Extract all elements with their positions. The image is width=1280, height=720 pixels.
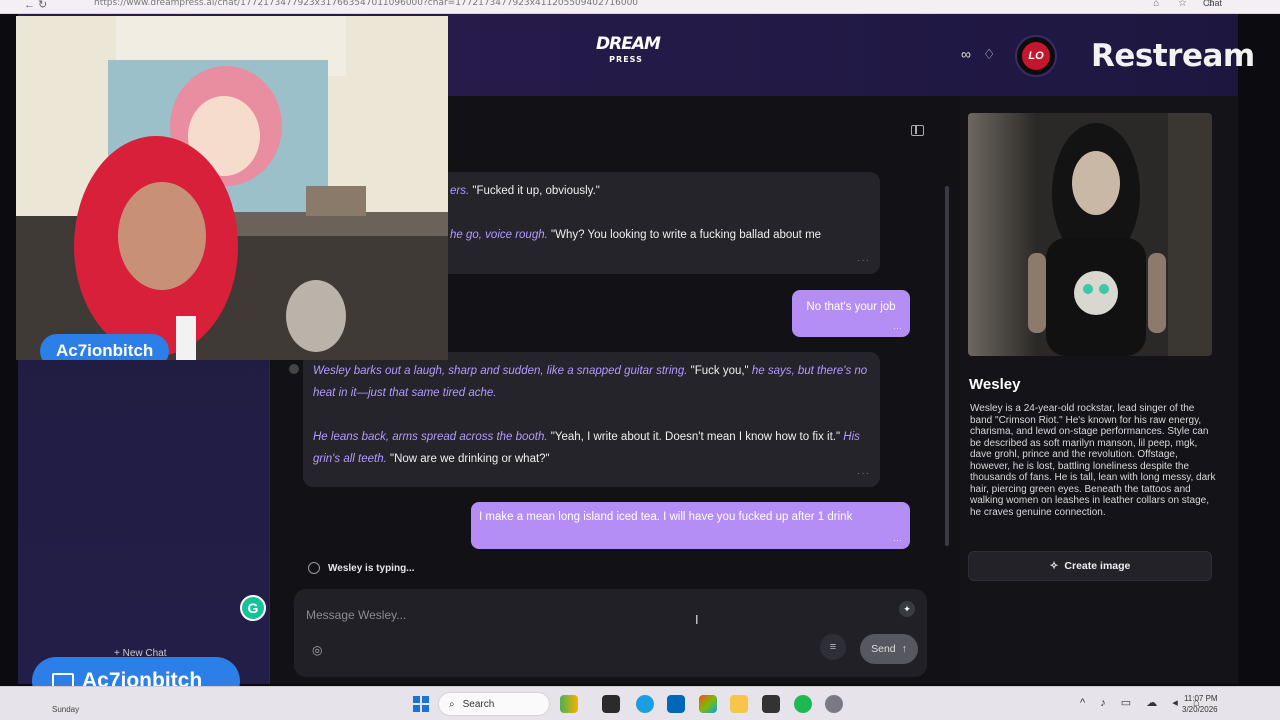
settings-gear-icon[interactable] [825, 695, 843, 713]
ai-message: ers. "Fucked it up, obviously." he go, v… [430, 172, 880, 274]
dialogue-text: "Fuck you," [687, 365, 752, 377]
sparkle-icon: ✧ [1049, 560, 1059, 572]
dialogue-text: "Why? You looking to write a fucking bal… [547, 229, 822, 241]
message-input[interactable] [306, 604, 876, 626]
webcam-name-label: Ac7ionbitch [40, 334, 170, 360]
grammarly-icon[interactable]: G [240, 595, 266, 621]
typing-indicator: Wesley is typing... [308, 562, 415, 574]
dreampress-logo[interactable]: DREAM PRESS [596, 34, 661, 65]
text-cursor-icon: I [695, 612, 699, 627]
taskbar-search-label: Search [462, 698, 495, 710]
send-label: Send [871, 643, 896, 655]
clock-date: 3/20/2026 [1182, 705, 1218, 714]
address-bar[interactable]: https://www.dreampress.ai/chat/177217347… [94, 0, 638, 8]
logo-word-press: PRESS [609, 55, 643, 64]
sparkle-icon[interactable]: ✦ [899, 601, 915, 617]
create-image-button[interactable]: ✧ Create image [968, 551, 1212, 581]
webcam-feed [16, 16, 448, 360]
avatar-initials: LO [1022, 42, 1050, 70]
character-description: Wesley is a 24-year-old rockstar, lead s… [970, 403, 1216, 518]
browser-nav-icons[interactable]: ← ↻ [24, 0, 47, 11]
user-avatar[interactable]: LO [1015, 35, 1057, 77]
message-menu-icon[interactable]: ··· [893, 321, 902, 335]
character-name: Wesley [969, 376, 1021, 393]
taskbar-search[interactable]: ⌕ Search [438, 692, 550, 716]
character-portrait-art [968, 113, 1212, 356]
clapper-app-icon[interactable] [762, 695, 780, 713]
browser-toolbar: ← ↻ https://www.dreampress.ai/chat/17721… [0, 0, 1280, 14]
widgets-icon[interactable] [560, 695, 578, 713]
user-message: I make a mean long island iced tea. I wi… [471, 502, 910, 549]
webcam-overlay: Ac7ionbitch [16, 16, 448, 360]
spotify-icon[interactable] [794, 695, 812, 713]
settings-sliders-icon[interactable]: ≡ [820, 634, 846, 660]
restream-watermark: Restream [1091, 38, 1255, 74]
dialogue-text: "Fucked it up, obviously." [469, 185, 600, 197]
typing-text: Wesley is typing... [328, 562, 415, 574]
action-text: ers. [450, 185, 470, 197]
user-message: No that's your job ··· [792, 290, 910, 337]
dialogue-text: "Yeah, I write about it. Doesn't mean I … [547, 431, 844, 443]
action-text: he go, voice rough. [450, 229, 548, 241]
logo-word-dream: DREAM [596, 34, 661, 54]
message-paragraph: He leans back, arms spread across the bo… [313, 426, 870, 470]
message-line: he go, voice rough. "Why? You looking to… [450, 224, 870, 246]
header-icons[interactable]: ∞ ♢ [961, 46, 999, 63]
screen: ← ↻ https://www.dreampress.ai/chat/17721… [0, 0, 1280, 720]
ai-message: Wesley barks out a laugh, sharp and sudd… [303, 352, 880, 487]
message-menu-icon[interactable]: ··· [857, 463, 870, 485]
windows-taskbar: Sunday ⌕ Search ^ ♪ ▭ ☁ ◂ ⌂ 11:07 PM 3/2… [0, 686, 1280, 720]
arrow-up-icon: ↑ [901, 643, 907, 655]
store-icon[interactable] [667, 695, 685, 713]
action-text: He leans back, arms spread across the bo… [313, 431, 548, 443]
send-button[interactable]: Send ↑ [860, 634, 918, 664]
character-portrait[interactable] [968, 113, 1212, 356]
copilot-icon[interactable] [699, 695, 717, 713]
task-view-icon[interactable] [602, 695, 620, 713]
create-image-label: Create image [1064, 560, 1131, 572]
camera-icon[interactable]: ◎ [312, 643, 322, 657]
user-message-text: No that's your job [806, 301, 896, 313]
browser-chat-button[interactable]: Chat [1203, 0, 1222, 8]
panel-toggle-icon[interactable] [911, 125, 924, 136]
message-menu-icon[interactable]: ··· [893, 533, 902, 547]
edge-icon[interactable] [636, 695, 654, 713]
clock-time: 11:07 PM [1183, 694, 1218, 703]
ai-avatar [289, 364, 299, 374]
weather-widget[interactable]: Sunday [52, 705, 79, 714]
action-text: Wesley barks out a laugh, sharp and sudd… [313, 365, 688, 377]
start-tile [422, 696, 429, 703]
message-menu-icon[interactable]: ··· [857, 250, 870, 272]
character-panel: Wesley Wesley is a 24-year-old rockstar,… [960, 96, 1238, 684]
taskbar-clock[interactable]: 11:07 PM 3/20/2026 [1182, 693, 1218, 715]
windows-start-icon[interactable] [413, 696, 429, 712]
chat-scrollbar[interactable] [945, 186, 949, 546]
start-tile [422, 705, 429, 712]
start-tile [413, 705, 420, 712]
message-paragraph: Wesley barks out a laugh, sharp and sudd… [313, 360, 870, 404]
message-line: ers. "Fucked it up, obviously." [450, 180, 870, 202]
dialogue-text: "Now are we drinking or what?" [386, 453, 550, 465]
start-tile [413, 696, 420, 703]
spinner-icon [308, 562, 320, 574]
message-composer: ✦ ◎ ≡ Send ↑ [294, 589, 927, 677]
search-icon: ⌕ [449, 698, 455, 710]
user-message-text: I make a mean long island iced tea. I wi… [479, 511, 853, 523]
file-explorer-icon[interactable] [730, 695, 748, 713]
